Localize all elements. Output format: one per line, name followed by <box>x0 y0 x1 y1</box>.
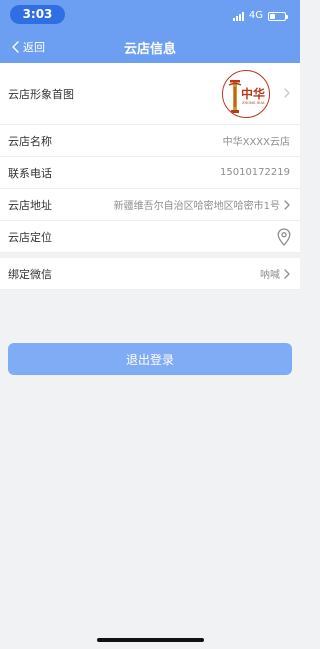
nav-bar: 返回 云店信息 <box>0 30 300 63</box>
row-label: 云店形象首图 <box>8 87 74 101</box>
status-time: 3:03 <box>10 5 65 24</box>
row-store-image[interactable]: 云店形象首图 中华 ZHONG HUA <box>0 63 300 125</box>
address-value: 新疆维吾尔自治区哈密地区哈密市1号 <box>113 201 280 212</box>
page-title: 云店信息 <box>123 42 176 57</box>
row-label: 云店定位 <box>8 230 52 244</box>
store-logo-image[interactable]: 中华 ZHONG HUA <box>222 70 270 118</box>
logout-button[interactable]: 退出登录 <box>8 343 292 375</box>
row-address[interactable]: 云店地址 新疆维吾尔自治区哈密地区哈密市1号 <box>0 189 300 221</box>
wechat-value: 呐喊 <box>260 270 280 281</box>
signal-icon <box>232 11 244 21</box>
chevron-right-icon <box>284 88 290 98</box>
phone-value: 15010172219 <box>220 167 290 178</box>
row-label: 云店地址 <box>8 198 52 212</box>
logo-sub-text: ZHONG HUA <box>242 101 265 105</box>
row-label: 绑定微信 <box>8 267 52 281</box>
row-wechat[interactable]: 绑定微信 呐喊 <box>0 258 300 290</box>
row-phone[interactable]: 联系电话 15010172219 <box>0 157 300 189</box>
header: 3:03 4G 返回 云店信息 <box>0 0 300 63</box>
screen: 3:03 4G 返回 云店信息 云店形象首图 中华 ZHONG HUA 云店名称… <box>0 0 300 649</box>
store-name-value: 中华XXXX云店 <box>222 137 290 148</box>
battery-icon <box>268 11 288 21</box>
battery-level <box>270 13 275 19</box>
row-label: 云店名称 <box>8 134 52 148</box>
home-indicator <box>97 638 204 642</box>
chevron-right-icon <box>284 268 290 279</box>
row-location[interactable]: 云店定位 <box>0 221 300 253</box>
chevron-right-icon <box>284 199 290 210</box>
location-pin-icon[interactable] <box>277 228 291 250</box>
status-bar: 3:03 4G <box>0 0 300 30</box>
row-store-name[interactable]: 云店名称 中华XXXX云店 <box>0 125 300 157</box>
row-label: 联系电话 <box>8 166 52 180</box>
status-indicators: 4G <box>232 9 288 23</box>
network-type: 4G <box>248 10 263 21</box>
info-list: 云店形象首图 中华 ZHONG HUA 云店名称 中华XXXX云店 联系电话 1… <box>0 63 300 290</box>
logo-brand-text: 中华 <box>241 86 265 101</box>
